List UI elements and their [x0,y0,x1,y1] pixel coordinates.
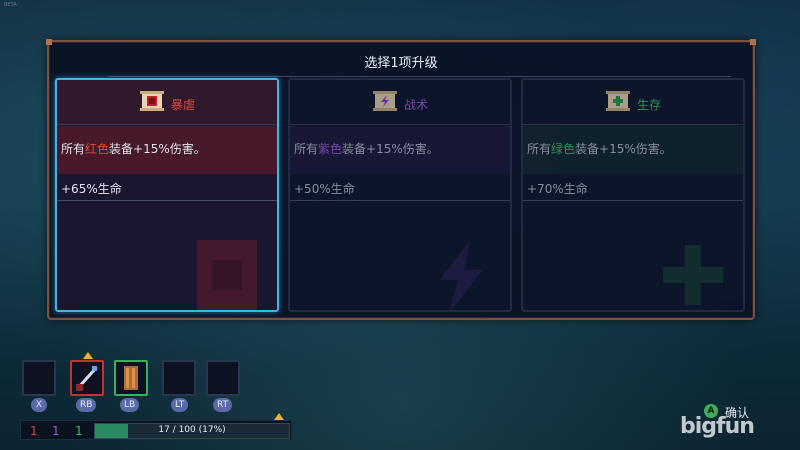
card-name: 生存 [637,98,662,112]
shield-item-icon [124,366,138,390]
desc-color-word: 绿色 [551,142,576,156]
card-name: 暴虐 [171,98,196,112]
desc-suffix: 装备+15%伤害。 [575,142,672,156]
desc-suffix: 装备+15%伤害。 [109,142,206,156]
equipment-slot-5[interactable] [206,360,240,396]
equipment-slot-2[interactable] [70,360,104,396]
equipment-slot-4[interactable] [162,360,196,396]
green-scroll-watermark-icon [663,245,723,305]
weapon-icon [76,366,98,391]
desc-prefix: 所有 [294,142,319,156]
key-x: X [31,398,47,412]
card-header: 战术 [290,80,510,125]
version-label: BETA [4,2,17,8]
red-scroll-icon [140,91,164,111]
upgrade-card-survival[interactable]: 生存 所有绿色装备+15%伤害。 +70%生命 [521,78,745,312]
upgrade-card-tactics[interactable]: 战术 所有紫色装备+15%伤害。 +50%生命 [288,78,512,312]
card-life-bonus: +50%生命 [294,182,355,196]
title-divider [109,76,731,77]
stat-survival: 1 [75,424,83,438]
card-description: 所有紫色装备+15%伤害。 [290,126,510,174]
watermark-logo: bigfun [680,414,755,439]
xp-bar: 17 / 100 (17%) [94,423,290,439]
desc-prefix: 所有 [61,142,86,156]
card-description: 所有绿色装备+15%伤害。 [523,126,743,174]
xp-text: 17 / 100 (17%) [158,425,226,435]
purple-scroll-icon [373,91,397,111]
key-rt: RT [213,398,233,412]
upgrade-arrow-icon [83,352,93,359]
key-rb: RB [76,398,97,412]
desc-suffix: 装备+15%伤害。 [342,142,439,156]
card-life-bonus: +70%生命 [527,182,588,196]
card-divider [523,200,743,201]
card-divider [57,200,277,201]
card-life-bonus: +65%生命 [61,182,122,196]
red-scroll-watermark-icon [197,240,257,310]
equipment-slot-1[interactable] [22,360,56,396]
stat-tactics: 1 [52,424,60,438]
key-lt: LT [171,398,189,412]
card-description: 所有红色装备+15%伤害。 [57,126,277,174]
panel-title: 选择1项升级 [364,56,438,71]
desc-color-word: 红色 [85,142,110,156]
key-lb: LB [120,398,140,412]
equipment-slot-3[interactable] [114,360,148,396]
card-name: 战术 [404,98,429,112]
card-header: 暴虐 [57,80,277,125]
upgrade-card-brutality[interactable]: 暴虐 所有红色装备+15%伤害。 +65%生命 [55,78,279,312]
card-header: 生存 [523,80,743,125]
card-divider [290,200,510,201]
upgrade-panel: 选择1项升级 暴虐 所有红色装备+15%伤害。 +65%生命 战术 所有紫色装备… [46,39,756,320]
green-scroll-icon [606,91,630,111]
level-up-arrow-icon [274,413,284,420]
desc-prefix: 所有 [527,142,552,156]
stat-brutality: 1 [30,424,38,438]
desc-color-word: 紫色 [318,142,343,156]
purple-scroll-watermark-icon [440,240,482,310]
